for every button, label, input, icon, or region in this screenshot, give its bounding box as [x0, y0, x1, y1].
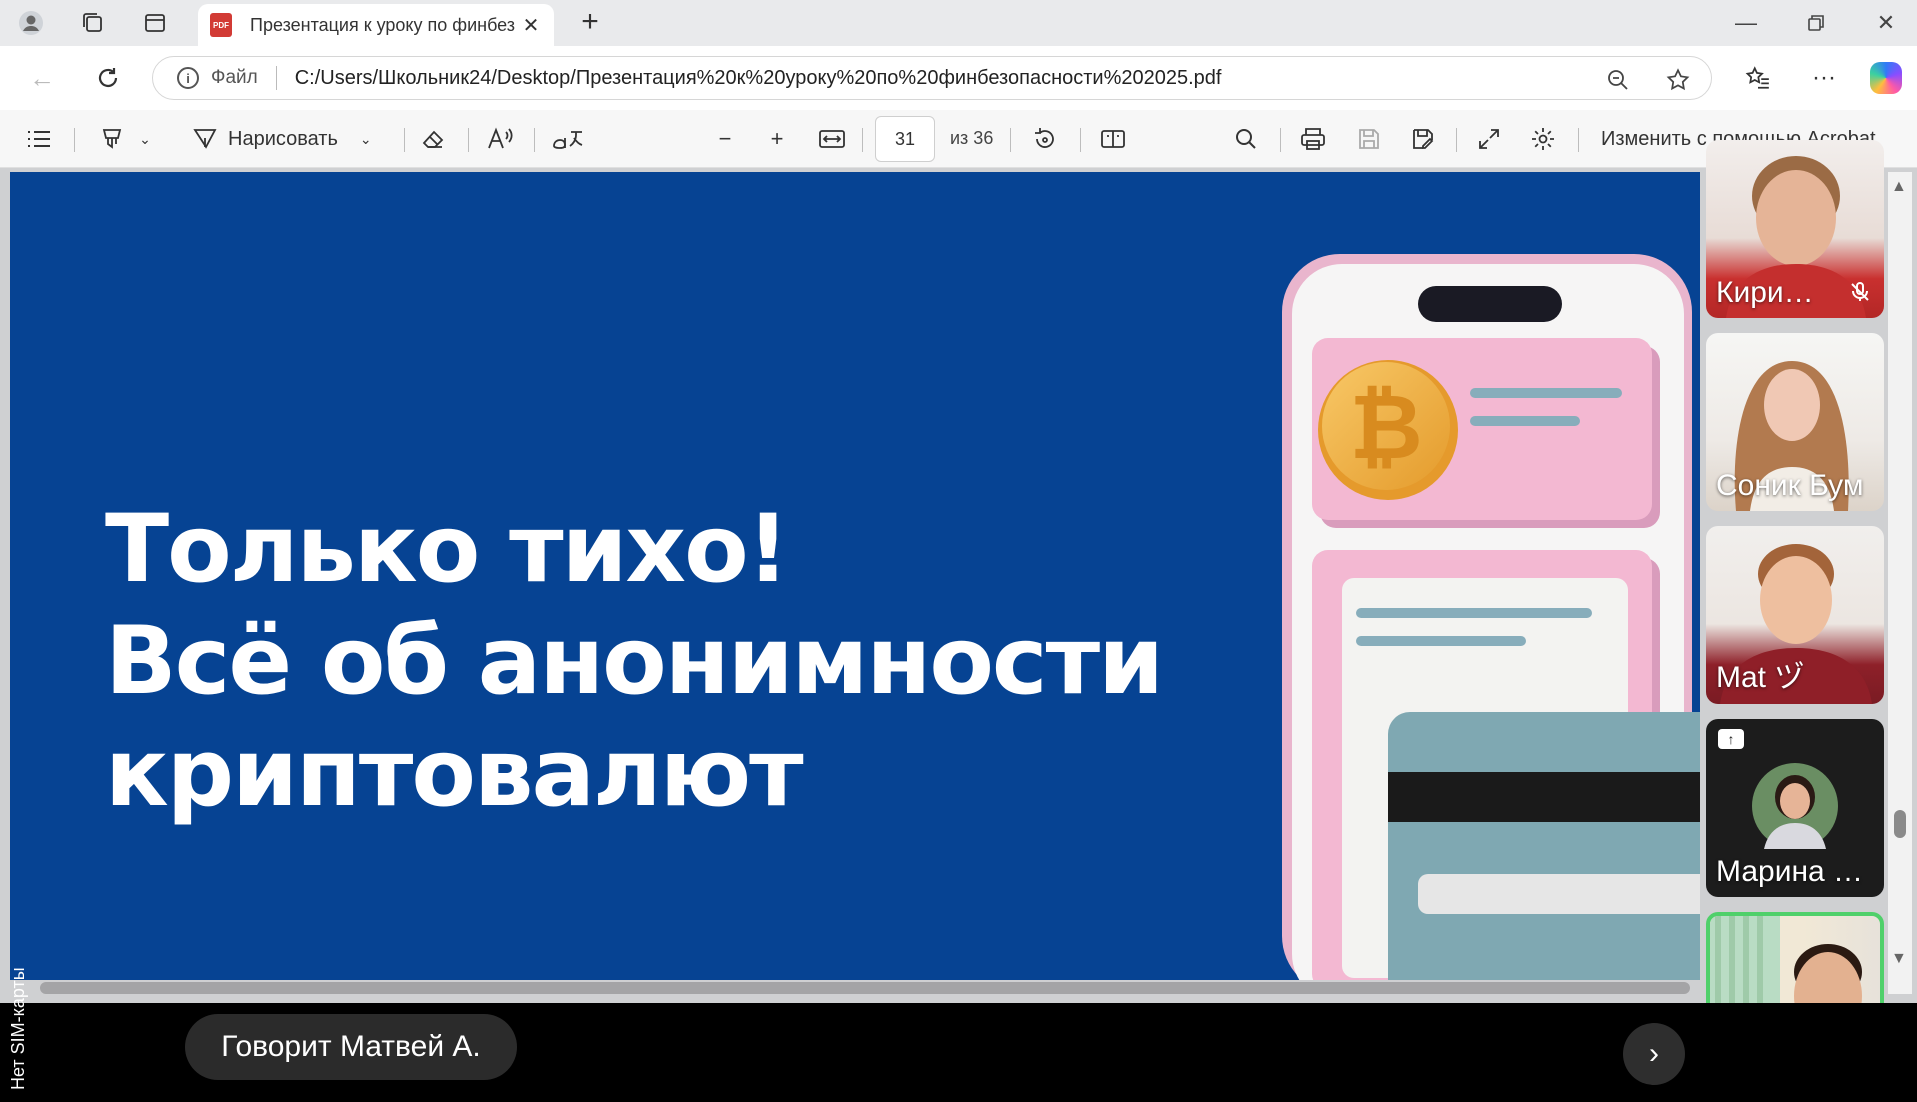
next-page-button[interactable]: ›	[1623, 1023, 1685, 1085]
slide-title-line-2: Всё об анонимности	[105, 607, 1164, 716]
scroll-down-arrow-icon[interactable]: ▼	[1891, 950, 1907, 968]
chevron-down-icon[interactable]: ⌄	[360, 131, 372, 148]
favorites-list-icon[interactable]	[1740, 60, 1776, 96]
vertical-tabs-icon[interactable]	[140, 8, 170, 38]
draw-tool[interactable]: Нарисовать ⌄	[192, 124, 392, 154]
divider	[275, 66, 277, 90]
page-number-input[interactable]: 31	[875, 116, 935, 162]
contents-list-icon[interactable]	[24, 124, 54, 154]
copilot-icon[interactable]	[1870, 62, 1902, 94]
vertical-scroll-thumb[interactable]	[1894, 810, 1906, 838]
slide-title-line-3: криптовалют	[105, 719, 804, 828]
url-text[interactable]: C:/Users/Школьник24/Desktop/Презентация%…	[295, 67, 1222, 90]
participant-avatar	[1752, 763, 1838, 849]
read-aloud-icon[interactable]	[484, 124, 518, 154]
minimize-icon[interactable]: —	[1726, 6, 1766, 40]
favorite-star-icon[interactable]	[1663, 65, 1693, 95]
new-tab-button[interactable]: +	[574, 5, 606, 38]
sim-status-text: Нет SIM-карты	[8, 967, 28, 1090]
screen-share-icon: ↑	[1718, 729, 1744, 749]
print-icon[interactable]	[1296, 124, 1330, 154]
page-view-icon[interactable]	[1096, 124, 1130, 154]
zoom-in-button[interactable]: +	[762, 124, 792, 154]
fullscreen-icon[interactable]	[1472, 124, 1506, 154]
save-as-icon[interactable]	[1406, 124, 1440, 154]
participant-name: Марина …	[1716, 855, 1864, 888]
mic-muted-icon	[1851, 282, 1869, 301]
restore-icon[interactable]	[1796, 6, 1836, 40]
eraser-icon[interactable]	[418, 124, 448, 154]
participant-tile[interactable]: ↑ Марина …	[1706, 719, 1884, 897]
profile-icon[interactable]	[16, 8, 46, 38]
chevron-down-icon[interactable]: ⌄	[139, 131, 151, 148]
translate-icon[interactable]	[550, 124, 586, 154]
phone-illustration: ₿	[1282, 254, 1700, 980]
settings-gear-icon[interactable]	[1526, 124, 1560, 154]
participant-tile[interactable]: Соник Бум	[1706, 333, 1884, 511]
participant-name: Соник Бум	[1716, 469, 1864, 502]
horizontal-scrollbar[interactable]	[40, 982, 1690, 994]
tab-active[interactable]: PDF Презентация к уроку по финбез ✕	[198, 4, 554, 46]
draw-pen-icon	[193, 129, 217, 149]
page-total: из 36	[950, 128, 994, 148]
active-speaker-label: Говорит Матвей А.	[185, 1014, 517, 1080]
vertical-scrollbar[interactable]	[1888, 172, 1912, 994]
highlight-tool-icon[interactable]: ⌄	[90, 124, 160, 154]
scroll-up-arrow-icon[interactable]: ▲	[1891, 178, 1907, 196]
slide-title-line-1: Только тихо!	[105, 495, 790, 604]
pdf-slide: Только тихо! Всё об анонимности криптова…	[10, 172, 1700, 980]
file-label: Файл	[211, 67, 258, 88]
omnibox[interactable]: i Файл C:/Users/Школьник24/Desktop/Презе…	[152, 56, 1712, 100]
pdf-toolbar: ⌄ Нарисовать ⌄ − + 31 из 36 Изменить с п…	[0, 110, 1917, 168]
pdf-icon: PDF	[210, 13, 232, 37]
search-icon[interactable]	[1230, 124, 1262, 154]
address-bar: ← i Файл C:/Users/Школьник24/Desktop/Пре…	[0, 46, 1917, 110]
reload-icon[interactable]	[90, 60, 126, 96]
zoom-out-button[interactable]: −	[710, 124, 740, 154]
workspaces-icon[interactable]	[78, 8, 108, 38]
rotate-icon[interactable]	[1028, 124, 1062, 154]
participant-tile[interactable]: Кири…	[1706, 140, 1884, 318]
tab-bar: PDF Презентация к уроку по финбез ✕ + — …	[0, 0, 1917, 46]
fit-width-icon[interactable]	[815, 124, 849, 154]
draw-label: Нарисовать	[228, 127, 338, 150]
device-status: Нет SIM-карты	[8, 850, 38, 1090]
participant-name: Кири…	[1716, 276, 1814, 309]
participant-name: Mat ヅ	[1716, 661, 1805, 694]
svg-text:₿: ₿	[1349, 375, 1422, 480]
zoom-out-icon[interactable]	[1603, 65, 1633, 95]
slide-headline: Только тихо! Всё об анонимности криптова…	[105, 494, 1164, 830]
info-icon[interactable]: i	[177, 67, 199, 89]
window-close-icon[interactable]: ✕	[1866, 6, 1906, 40]
more-options-icon[interactable]: ···	[1806, 60, 1842, 96]
back-arrow-icon[interactable]: ←	[24, 60, 60, 96]
participant-tile[interactable]: Mat ヅ	[1706, 526, 1884, 704]
tab-title: Презентация к уроку по финбез	[250, 14, 516, 35]
save-icon[interactable]	[1352, 124, 1386, 154]
close-icon[interactable]: ✕	[518, 12, 544, 38]
